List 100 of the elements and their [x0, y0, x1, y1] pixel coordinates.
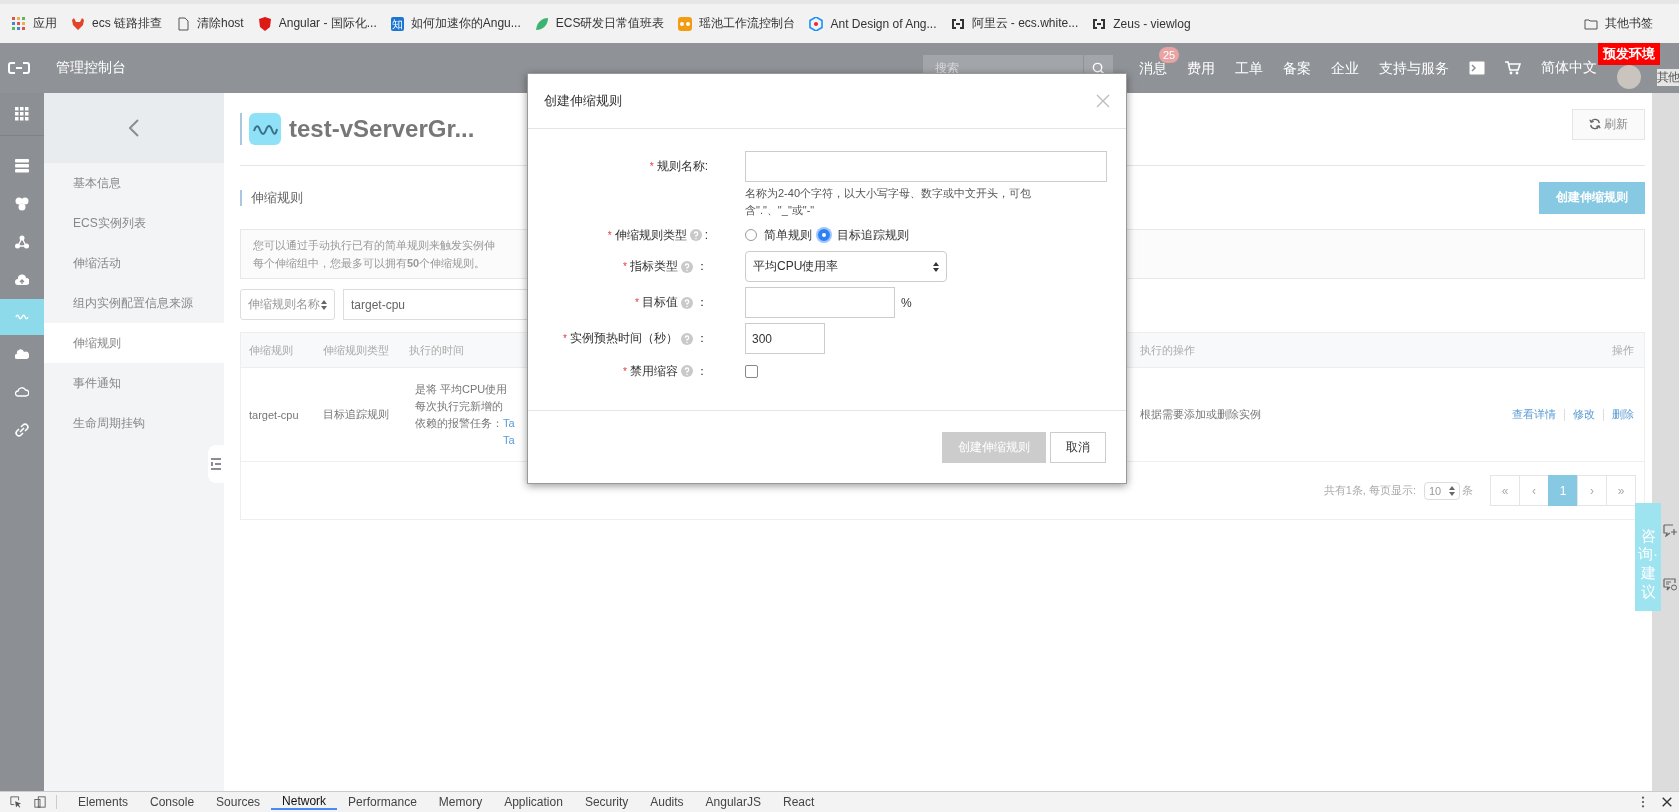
page-button[interactable]: «: [1490, 475, 1520, 506]
comment-add-icon[interactable]: [1663, 523, 1677, 537]
bookmark-folder[interactable]: 其他书签: [1580, 15, 1663, 32]
devtools-tab[interactable]: Sources: [205, 795, 272, 809]
help-icon[interactable]: [681, 365, 693, 377]
page-button[interactable]: ‹: [1519, 475, 1549, 506]
page-button[interactable]: »: [1606, 475, 1636, 506]
bookmark[interactable]: Zeus - viewlog: [1088, 16, 1201, 31]
sidebar-item[interactable]: 事件通知: [44, 363, 224, 403]
nav-link[interactable]: 支持与服务: [1379, 59, 1449, 76]
wave-logo-icon: [249, 113, 281, 145]
nav-link[interactable]: 备案: [1283, 59, 1311, 76]
collapse-icon: [211, 458, 221, 470]
sidebar-item[interactable]: 伸缩规则: [44, 323, 224, 363]
help-icon[interactable]: [681, 260, 693, 273]
rule-name-input[interactable]: [745, 151, 1107, 182]
create-rule-button[interactable]: 创建伸缩规则: [1539, 181, 1645, 214]
colon: ：: [696, 294, 708, 311]
page-size-select[interactable]: 10: [1424, 481, 1460, 500]
close-icon[interactable]: [1661, 796, 1673, 808]
collapse-handle[interactable]: [208, 445, 224, 483]
sidebar-item[interactable]: 组内实例配置信息来源: [44, 283, 224, 323]
back-chevron-icon[interactable]: [129, 119, 139, 137]
radio-label[interactable]: 简单规则: [764, 226, 812, 244]
bookmark[interactable]: 瑶池工作流控制台: [674, 15, 806, 32]
devtools-tab[interactable]: Network: [271, 794, 338, 810]
devtools-tab[interactable]: React: [771, 795, 826, 809]
sidebar-item[interactable]: 伸缩活动: [44, 243, 224, 283]
cut-text: 其他: [1657, 69, 1679, 86]
bookmark[interactable]: 知 如何加速你的Angu...: [386, 15, 531, 32]
sidebar-item[interactable]: 生命周期挂钩: [44, 403, 224, 443]
column-header: 伸缩规则: [248, 342, 294, 358]
devtools-tab[interactable]: Application: [493, 795, 574, 809]
bookmark[interactable]: 清除host: [172, 15, 254, 32]
language-link[interactable]: 简体中文: [1541, 59, 1597, 77]
cloud-icon: [15, 385, 29, 399]
section-title: 伸缩规则: [240, 189, 303, 206]
devtools-tab[interactable]: Elements: [67, 795, 140, 809]
table-cell-text: 是将 平均CPU使用: [415, 381, 509, 397]
table-cell-text: target-cpu: [248, 408, 300, 421]
alarm-task-link[interactable]: Ta: [503, 431, 515, 449]
target-value-input[interactable]: [745, 287, 895, 318]
bookmark[interactable]: 应用: [8, 15, 67, 32]
refresh-button[interactable]: 刷新: [1572, 108, 1645, 140]
devtools-tab[interactable]: AngularJS: [694, 795, 772, 809]
row-action-link[interactable]: 查看详情: [1512, 407, 1556, 422]
page-button[interactable]: 1: [1548, 475, 1578, 506]
colon: :: [704, 228, 708, 242]
devtools-tab[interactable]: Audits: [639, 795, 695, 809]
device-icon[interactable]: [34, 796, 46, 808]
required-mark: *: [607, 229, 612, 241]
nav-link[interactable]: 企业: [1331, 59, 1359, 76]
metric-select[interactable]: 平均CPU使用率: [745, 251, 947, 282]
devtools-tab[interactable]: Console: [139, 795, 206, 809]
avatar[interactable]: [1617, 65, 1641, 89]
bookmark[interactable]: ECS研发日常值班表: [530, 15, 675, 32]
row-action-link[interactable]: 删除: [1612, 407, 1634, 422]
bookmark[interactable]: ecs 链路排查: [67, 15, 172, 32]
page-title: test-vServerGr...: [289, 115, 475, 143]
field-label: 实例预热时间（秒）: [570, 330, 678, 347]
field-hint: 名称为2-40个字符，以大小写字母、数字或中文开头，可包含"."、"_"或"-": [745, 186, 1033, 218]
help-icon[interactable]: [681, 296, 693, 309]
inspect-icon[interactable]: [10, 796, 22, 808]
radio-button[interactable]: [818, 229, 830, 241]
required-mark: *: [623, 365, 627, 377]
warmup-input[interactable]: 300: [745, 323, 825, 354]
required-mark: *: [563, 333, 567, 344]
dialog-button[interactable]: 取消: [1050, 431, 1106, 463]
logo-icon[interactable]: [8, 61, 30, 75]
pagination-summary: 共有1条, 每页显示:: [1323, 483, 1416, 498]
colon: ：: [696, 362, 708, 380]
bookmark[interactable]: 阿里云 - ecs.white...: [946, 15, 1089, 32]
nav-link[interactable]: 工单: [1235, 59, 1263, 76]
filter-select[interactable]: 伸缩规则名称: [240, 289, 335, 320]
field-label: 规则名称:: [656, 158, 708, 175]
alarm-task-link[interactable]: Ta: [503, 414, 515, 432]
checkbox[interactable]: [745, 364, 758, 378]
help-icon[interactable]: [689, 229, 702, 241]
help-icon[interactable]: [681, 332, 693, 345]
bookmark[interactable]: Angular - 国际化...: [253, 15, 387, 32]
terminal-icon[interactable]: [1469, 61, 1485, 75]
devtools-tab[interactable]: Security: [573, 795, 640, 809]
devtools-tab[interactable]: Performance: [337, 795, 428, 809]
colon: ：: [696, 330, 708, 347]
radio-label[interactable]: 目标追踪规则: [837, 226, 909, 244]
bookmark[interactable]: Ant Design of Ang...: [805, 16, 947, 31]
sidebar-item[interactable]: 基本信息: [44, 163, 224, 203]
flow-icon: [678, 16, 693, 31]
devtools-tab[interactable]: Memory: [427, 795, 494, 809]
nav-link[interactable]: 费用: [1187, 59, 1215, 76]
sort-arrows-icon: [933, 261, 939, 272]
console-title[interactable]: 管理控制台: [56, 59, 126, 77]
table-cell-text: 每次执行完新增的: [415, 398, 504, 414]
message-clock-icon[interactable]: [1663, 577, 1677, 591]
required-mark: *: [649, 161, 654, 172]
page-button[interactable]: ›: [1577, 475, 1607, 506]
page-size-unit: 条: [1462, 483, 1473, 498]
row-action-link[interactable]: 修改: [1573, 407, 1595, 422]
sidebar-item[interactable]: ECS实例列表: [44, 203, 224, 243]
cart-icon[interactable]: [1505, 61, 1521, 75]
